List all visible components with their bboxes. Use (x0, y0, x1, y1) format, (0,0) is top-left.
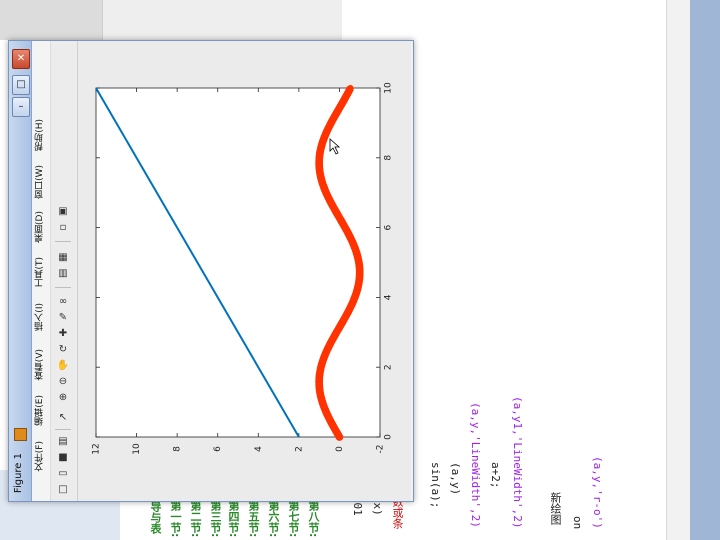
new-file-icon[interactable]: □ (57, 483, 69, 495)
link-icon[interactable]: ∞ (57, 295, 69, 307)
outline-item[interactable]: 第五节: (247, 500, 260, 537)
axes[interactable]: 0 2 4 6 8 10 -2 0 2 4 6 8 10 12 (78, 41, 411, 501)
y-tick-label: 0 (335, 446, 345, 452)
outline-item[interactable]: 第一节: (169, 500, 182, 537)
show-plot-tools-icon[interactable]: ▣ (57, 205, 69, 217)
figure-title: Figure 1 (13, 452, 24, 493)
menu-insert[interactable]: 插入(I) (33, 303, 46, 331)
x-tick-label: 8 (384, 155, 394, 161)
y-tick-label: 10 (132, 443, 142, 455)
editor-tab-area (342, 0, 666, 40)
x-tick-label: 4 (384, 294, 394, 300)
x-tick-label: 0 (384, 434, 394, 440)
x-tick-label: 6 (384, 224, 394, 230)
toolbar-separator (55, 287, 71, 288)
figure-menubar: 文件(F) 编辑(E) 查看(V) 插入(I) 工具(T) 桌面(D) 窗口(W… (32, 41, 51, 501)
outline-item[interactable]: 第八节: (307, 500, 320, 537)
minimize-button[interactable]: – (12, 97, 30, 117)
zoom-in-icon[interactable]: ⊕ (57, 391, 69, 403)
figure-title-bar[interactable]: ✕ □ – Figure 1 (9, 41, 32, 501)
y-tick-label: 4 (254, 446, 264, 452)
colorbar-icon[interactable]: ▥ (57, 267, 69, 279)
code-comment[interactable]: 新绘图 (549, 492, 562, 525)
pointer-icon[interactable]: ↖ (57, 411, 69, 423)
menu-desktop[interactable]: 桌面(D) (33, 211, 46, 243)
x-tick-label: 10 (384, 82, 394, 94)
y-tick-label: 2 (294, 446, 304, 452)
print-icon[interactable]: ▤ (57, 435, 69, 447)
menu-tools[interactable]: 工具(T) (33, 257, 46, 288)
window-frame (690, 0, 720, 540)
editor-toolstrip (102, 0, 343, 40)
outline-item[interactable]: 第六节: (267, 500, 280, 537)
figure-window[interactable]: ✕ □ – Figure 1 文件(F) 编辑(E) 查看(V) 插入(I) 工… (8, 40, 414, 502)
toolbar-separator (55, 429, 71, 430)
open-icon[interactable]: ▭ (57, 467, 69, 479)
code-line[interactable]: (a,y1,'LineWidth',2) (511, 396, 524, 528)
menu-view[interactable]: 查看(V) (33, 349, 46, 380)
y-tick-label: -2 (376, 445, 386, 454)
figure-toolbar: □ ▭ ■ ▤ ↖ ⊕ ⊖ ✋ ↻ ✚ ✎ ∞ ▥ ▦ ▫ ▣ (51, 41, 78, 501)
outline-item[interactable]: 第二节: (189, 500, 202, 537)
editor-top-strip (0, 0, 102, 40)
code-line[interactable]: (a,y,'r-o') (591, 456, 604, 529)
pan-icon[interactable]: ✋ (57, 359, 69, 371)
toolbar-separator (55, 241, 71, 242)
zoom-out-icon[interactable]: ⊖ (57, 375, 69, 387)
y-tick-label: 8 (173, 446, 183, 452)
save-icon[interactable]: ■ (57, 451, 69, 463)
y-tick-label: 6 (213, 446, 223, 452)
x-tick-label: 2 (384, 364, 394, 370)
menu-window[interactable]: 窗口(W) (33, 165, 46, 199)
maximize-button[interactable]: □ (12, 75, 30, 95)
plot-area[interactable]: 0 2 4 6 8 10 -2 0 2 4 6 8 10 12 (78, 41, 411, 501)
menu-help[interactable]: 帮助(H) (33, 119, 46, 151)
brush-icon[interactable]: ✎ (57, 311, 69, 323)
outline-item[interactable]: 第四节: (227, 500, 240, 537)
data-cursor-icon[interactable]: ✚ (57, 327, 69, 339)
code-line[interactable]: (a,y,'LineWidth',2) (469, 402, 482, 528)
legend-icon[interactable]: ▦ (57, 251, 69, 263)
editor-scroll-area[interactable] (666, 0, 691, 540)
code-keyword[interactable]: on (571, 516, 584, 529)
outline-item[interactable]: 第七节: (287, 500, 300, 537)
hide-plot-tools-icon[interactable]: ▫ (57, 221, 69, 233)
axes-box (95, 87, 381, 438)
matlab-figure-icon (14, 428, 27, 441)
close-button[interactable]: ✕ (12, 49, 30, 69)
code-line[interactable]: a+2; (489, 462, 502, 489)
outline-item[interactable]: 第三节: (209, 500, 222, 537)
menu-file[interactable]: 文件(F) (33, 441, 46, 471)
menu-edit[interactable]: 编辑(E) (33, 395, 46, 426)
code-line[interactable]: sin(a); (429, 462, 442, 508)
code-line[interactable]: (a,y) (449, 462, 462, 495)
y-tick-label: 12 (92, 443, 102, 454)
rotate-icon[interactable]: ↻ (57, 343, 69, 355)
